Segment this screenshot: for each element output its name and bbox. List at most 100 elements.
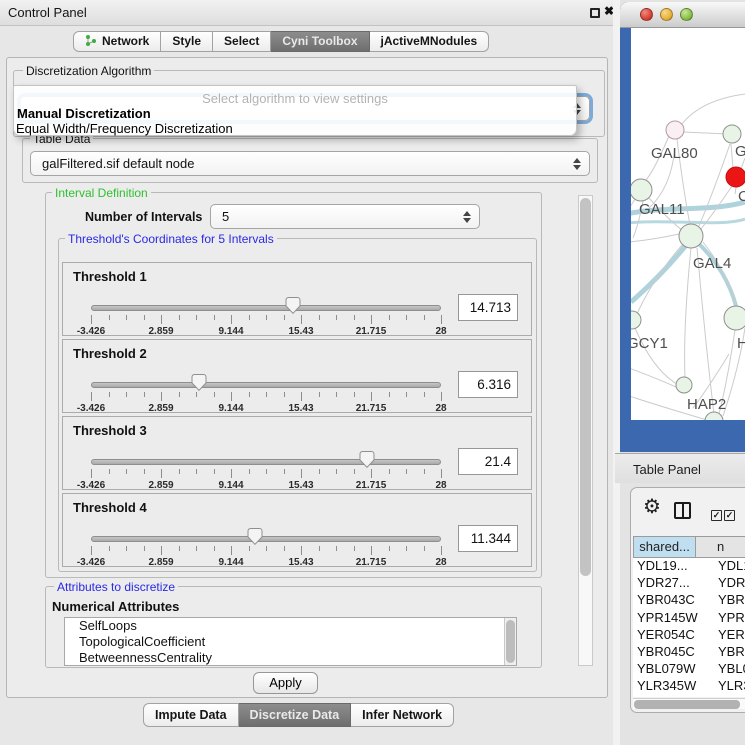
table-row[interactable]: YER054CYER0 [633, 627, 745, 644]
slider-tick-labels: -3.4262.8599.14415.4321.71528 [91, 480, 441, 492]
attributes-list-scrollbar[interactable] [504, 618, 516, 665]
table-row[interactable]: YPR145WYPR1 [633, 610, 745, 627]
cell-name[interactable]: YER0 [709, 627, 745, 644]
threshold-2-slider[interactable]: -3.4262.8599.14415.4321.71528 [91, 368, 441, 414]
cell-name[interactable]: YLR3 [709, 678, 745, 695]
cell-name[interactable]: YBR0 [709, 592, 745, 609]
threshold-2-value-field[interactable]: 6.316 [458, 371, 518, 398]
network-canvas[interactable]: GAL80GCGAL11GAL4GCY1HHAP2 [631, 28, 745, 420]
network-node[interactable] [631, 179, 652, 201]
cell-shared-name[interactable]: YBR043C [633, 592, 709, 609]
network-node[interactable] [723, 125, 741, 143]
node-table[interactable]: shared... n YDL19...YDL1YDR27...YDR2YBR0… [633, 536, 745, 697]
tab-network[interactable]: Network [73, 31, 161, 52]
slider-tick-label: 15.43 [288, 403, 313, 414]
cell-name[interactable]: YBR0 [709, 644, 745, 661]
close-traffic-light-icon[interactable] [640, 8, 653, 21]
table-row[interactable]: YIL052CYIL0 [633, 696, 745, 698]
attribute-list-item[interactable]: BetweennessCentrality [65, 650, 516, 666]
zoom-traffic-light-icon[interactable] [680, 8, 693, 21]
checkbox-icon[interactable]: ✓ [711, 510, 722, 521]
slider-tick [284, 315, 285, 320]
cell-shared-name[interactable]: YLR345W [633, 678, 709, 695]
tab-cyni-toolbox[interactable]: Cyni Toolbox [271, 31, 369, 52]
table-horizontal-scrollbar[interactable] [633, 698, 745, 709]
network-node[interactable] [631, 311, 641, 329]
slider-tick [91, 546, 92, 555]
slider-thumb[interactable] [192, 374, 207, 394]
slider-thumb[interactable] [286, 297, 301, 317]
network-window-titlebar [620, 2, 745, 28]
cell-shared-name[interactable]: YIL052C [633, 696, 709, 698]
cell-name[interactable]: YDR2 [709, 575, 745, 592]
cell-name[interactable]: YDL1 [709, 558, 745, 575]
table-body[interactable]: YDL19...YDL1YDR27...YDR2YBR043CYBR0YPR14… [633, 558, 745, 697]
slider-track[interactable] [91, 382, 441, 388]
network-node[interactable] [705, 412, 723, 420]
column-header-shared-name[interactable]: shared... [633, 536, 696, 558]
table-row[interactable]: YDR27...YDR2 [633, 575, 745, 592]
table-row[interactable]: YLR345WYLR3 [633, 678, 745, 695]
threshold-1-value-field[interactable]: 14.713 [458, 294, 518, 321]
threshold-3-value-field[interactable]: 21.4 [458, 448, 518, 475]
column-layout-icon[interactable] [674, 502, 691, 519]
cell-name[interactable]: YBL0 [709, 661, 745, 678]
tab-select[interactable]: Select [213, 31, 271, 52]
numerical-attributes-list[interactable]: SelfLoopsTopologicalCoefficientBetweenne… [64, 617, 517, 666]
scrollbar-thumb[interactable] [580, 198, 591, 576]
table-row[interactable]: YBR045CYBR0 [633, 644, 745, 661]
tab-infer-network[interactable]: Infer Network [351, 703, 454, 727]
slider-track[interactable] [91, 305, 441, 311]
number-of-intervals-combobox[interactable]: 5 [210, 204, 480, 229]
panel-vertical-scrollbar[interactable] [578, 195, 593, 666]
threshold-4-value-field[interactable]: 11.344 [458, 525, 518, 552]
slider-thumb[interactable] [360, 451, 375, 471]
slider-tick [126, 469, 127, 474]
checkbox-icon[interactable]: ✓ [724, 510, 735, 521]
table-row[interactable]: YDL19...YDL1 [633, 558, 745, 575]
network-node[interactable] [726, 167, 745, 187]
cell-shared-name[interactable]: YPR145W [633, 610, 709, 627]
column-header-name[interactable]: n [696, 536, 745, 558]
tab-discretize-data[interactable]: Discretize Data [239, 703, 352, 727]
cell-shared-name[interactable]: YDR27... [633, 575, 709, 592]
panel-splitter[interactable] [613, 0, 620, 745]
network-node[interactable] [666, 121, 684, 139]
slider-track[interactable] [91, 536, 441, 542]
network-node[interactable] [676, 377, 692, 393]
interval-definition-label: Interval Definition [52, 187, 151, 199]
threshold-1-slider[interactable]: -3.4262.8599.14415.4321.71528 [91, 291, 441, 337]
slider-tick-label: 9.144 [218, 480, 243, 491]
table-row[interactable]: YBR043CYBR0 [633, 592, 745, 609]
cell-shared-name[interactable]: YER054C [633, 627, 709, 644]
cell-name[interactable]: YPR1 [709, 610, 745, 627]
attribute-list-item[interactable]: SelfLoops [65, 618, 516, 634]
table-row[interactable]: YBL079WYBL0 [633, 661, 745, 678]
slider-track[interactable] [91, 459, 441, 465]
attribute-list-item[interactable]: TopologicalCoefficient [65, 634, 516, 650]
slider-thumb[interactable] [248, 528, 263, 548]
scrollbar-thumb[interactable] [506, 620, 515, 663]
threshold-4-slider[interactable]: -3.4262.8599.14415.4321.71528 [91, 522, 441, 568]
popup-option-equal-width-frequency[interactable]: Equal Width/Frequency Discretization [16, 121, 233, 136]
float-window-icon[interactable] [590, 8, 600, 18]
network-node[interactable] [679, 224, 703, 248]
scrollbar-thumb[interactable] [634, 700, 740, 709]
cell-name[interactable]: YIL0 [709, 696, 745, 698]
cell-shared-name[interactable]: YBR045C [633, 644, 709, 661]
slider-tick [214, 315, 215, 320]
cell-shared-name[interactable]: YDL19... [633, 558, 709, 575]
apply-button[interactable]: Apply [253, 672, 318, 694]
network-node[interactable] [724, 306, 745, 330]
tab-network-label: Network [102, 34, 149, 48]
popup-option-manual-discretization[interactable]: Manual Discretization [17, 106, 151, 121]
threshold-3-slider[interactable]: -3.4262.8599.14415.4321.71528 [91, 445, 441, 491]
tab-style[interactable]: Style [161, 31, 213, 52]
cell-shared-name[interactable]: YBL079W [633, 661, 709, 678]
tab-jactivemnodules[interactable]: jActiveMNodules [370, 31, 490, 52]
minimize-traffic-light-icon[interactable] [660, 8, 673, 21]
gear-icon[interactable]: ⚙ [643, 496, 661, 518]
tab-impute-data[interactable]: Impute Data [143, 703, 239, 727]
table-data-combobox[interactable]: galFiltered.sif default node [30, 151, 590, 176]
slider-tick [336, 392, 337, 397]
